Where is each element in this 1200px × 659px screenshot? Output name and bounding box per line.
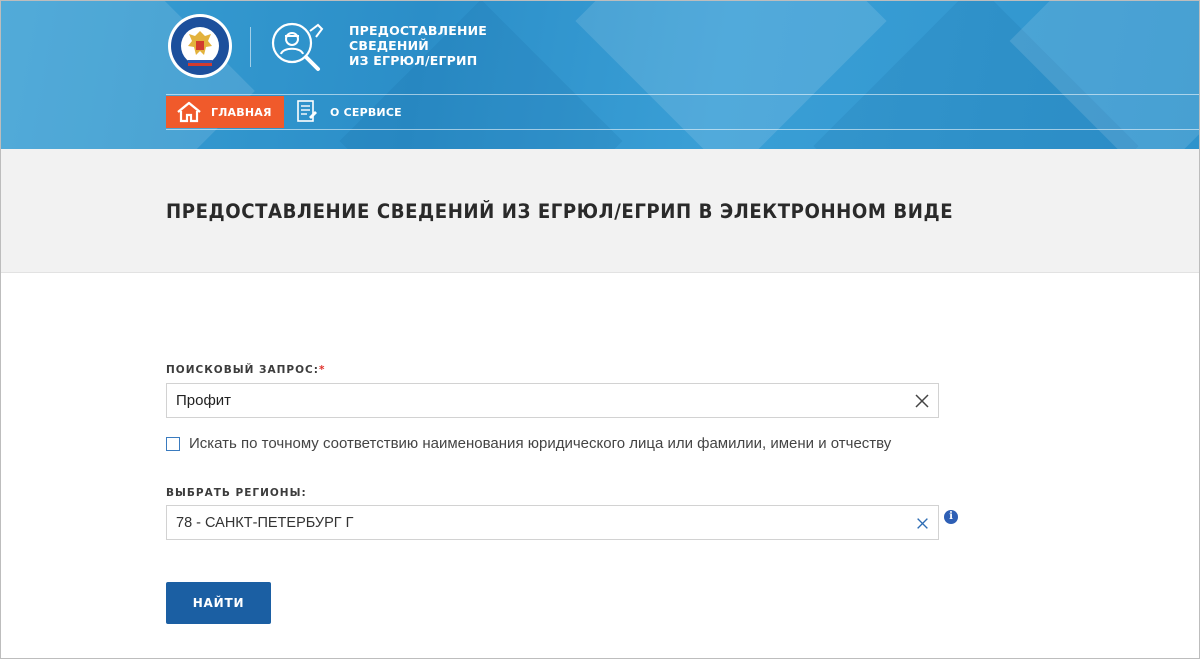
nav-about-link[interactable]: О СЕРВИСЕ [291,96,402,128]
regions-select[interactable]: 78 - САНКТ-ПЕТЕРБУРГ Г [166,505,939,540]
page-title: ПРЕДОСТАВЛЕНИЕ СВЕДЕНИЙ ИЗ ЕГРЮЛ/ЕГРИП В… [166,200,954,223]
regions-label: ВЫБРАТЬ РЕГИОНЫ: [166,487,307,499]
selected-region: 78 - САНКТ-ПЕТЕРБУРГ Г [176,515,354,531]
query-label: ПОИСКОВЫЙ ЗАПРОС:* [166,364,325,376]
exact-match-checkbox[interactable] [166,436,180,451]
site-header: ПРЕДОСТАВЛЕНИЕ СВЕДЕНИЙ ИЗ ЕГРЮЛ/ЕГРИП Г… [1,1,1199,149]
search-input[interactable] [167,384,938,417]
service-title-line-1: ПРЕДОСТАВЛЕНИЕ [349,23,488,38]
fns-emblem-icon[interactable] [167,13,233,79]
clear-query-icon[interactable] [914,393,930,409]
find-button[interactable]: НАЙТИ [166,582,271,624]
nav-home-label: ГЛАВНАЯ [211,105,272,119]
service-title: ПРЕДОСТАВЛЕНИЕ СВЕДЕНИЙ ИЗ ЕГРЮЛ/ЕГРИП [349,23,487,68]
nav-divider-top [166,94,1199,95]
required-mark: * [318,364,326,376]
nav-about-label: О СЕРВИСЕ [330,105,402,119]
query-label-text: ПОИСКОВЫЙ ЗАПРОС: [166,364,319,376]
exact-match-row: Искать по точному соответствию наименова… [166,435,891,452]
clear-region-icon[interactable] [916,517,929,530]
header-divider [250,27,251,67]
nav-divider-bottom [166,129,1199,130]
info-icon[interactable]: i [944,510,958,524]
service-title-line-3: ИЗ ЕГРЮЛ/ЕГРИП [349,53,478,68]
document-icon [297,100,317,122]
nav-home-link[interactable]: ГЛАВНАЯ [166,96,284,128]
exact-match-label[interactable]: Искать по точному соответствию наименова… [189,435,891,452]
service-title-line-2: СВЕДЕНИЙ [349,38,429,53]
home-icon [177,101,201,123]
inspector-magnifier-icon [271,22,324,71]
query-field [166,383,939,418]
